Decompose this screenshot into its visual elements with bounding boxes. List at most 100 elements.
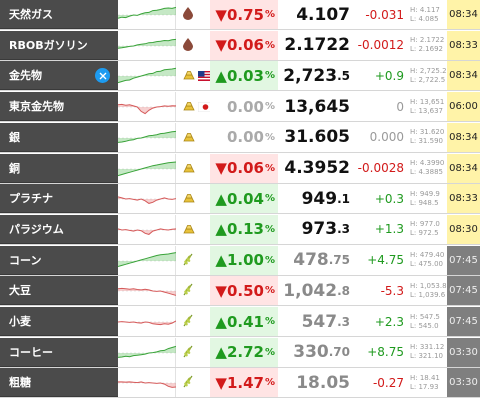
commodity-name[interactable]: 東京金先物 bbox=[0, 92, 118, 122]
net-change: +4.75 bbox=[367, 253, 404, 268]
commodity-row[interactable]: 大豆 ▼0.50% 1,042.8 -5.3 H: 1,053.8 L: 1,039.6 0… bbox=[0, 276, 480, 307]
update-time: 08:33 bbox=[447, 184, 480, 214]
high-low: H: 2.1722 L: 2.1692 bbox=[407, 31, 447, 60]
update-time: 03:30 bbox=[447, 337, 480, 367]
percent-suffix: % bbox=[264, 346, 275, 358]
commodity-row[interactable]: コーヒー ▲2.72% 330.70 +8.75 H: 331.12 L: 321.10 0… bbox=[0, 337, 480, 368]
commodity-name[interactable]: 銀 bbox=[0, 122, 118, 152]
drop-icon bbox=[182, 36, 194, 55]
wheat-icon bbox=[182, 251, 195, 270]
commodity-name[interactable]: 金先物 bbox=[0, 61, 118, 91]
commodity-name[interactable]: パラジウム bbox=[0, 214, 118, 244]
high-value: H: 18.41 bbox=[410, 373, 440, 382]
sparkline-chart bbox=[118, 30, 176, 60]
percent-value: 0.00 bbox=[226, 128, 264, 147]
last-price: 478.75 bbox=[278, 246, 352, 275]
commodity-row[interactable]: プラチナ ▲0.04% 949.1 +0.3 H: 949.9 L: 948.5 08:33 bbox=[0, 184, 480, 215]
category-icons bbox=[176, 153, 210, 183]
gold-bar-icon bbox=[182, 97, 196, 116]
category-icons bbox=[176, 307, 210, 336]
percent-suffix: % bbox=[264, 9, 275, 20]
update-time: 07:45 bbox=[447, 276, 480, 306]
commodity-row[interactable]: 天然ガス ▼0.75% 4.107 -0.031 H: 4.117 L: 4.085 08:… bbox=[0, 0, 480, 30]
commodity-row[interactable]: 銅 ▼0.06% 4.3952 -0.0028 H: 4.3990 L: 4.3885 08… bbox=[0, 153, 480, 184]
net-change: +1.3 bbox=[374, 222, 404, 237]
percent-value: 0.00 bbox=[226, 97, 264, 116]
high-low: H: 4.3990 L: 4.3885 bbox=[407, 154, 447, 183]
gold-bar-icon bbox=[182, 189, 196, 208]
last-price: 330.70 bbox=[278, 338, 352, 367]
low-value: L: 948.5 bbox=[410, 198, 439, 207]
x-share-icon[interactable] bbox=[95, 68, 110, 84]
sparkline-chart bbox=[118, 122, 176, 152]
high-low: H: 2,725.2 L: 2,722.5 bbox=[407, 61, 447, 90]
commodity-row[interactable]: 粗糖 ▼1.47% 18.05 -0.27 H: 18.41 L: 17.93 03:30 bbox=[0, 368, 480, 399]
category-icons bbox=[176, 368, 210, 398]
commodity-name[interactable]: 銅 bbox=[0, 153, 118, 183]
percent-suffix: % bbox=[264, 193, 275, 205]
category-icons bbox=[176, 245, 210, 275]
wheat-icon bbox=[182, 281, 195, 300]
percent-suffix: % bbox=[264, 101, 275, 113]
percent-change: ▲0.41% bbox=[210, 307, 278, 336]
percent-value: ▲0.13 bbox=[215, 220, 264, 239]
commodity-name[interactable]: コーン bbox=[0, 245, 118, 275]
commodity-name-label: 大豆 bbox=[9, 284, 31, 298]
gold-bar-icon bbox=[182, 66, 196, 85]
price-integer: 949 bbox=[301, 188, 338, 209]
commodity-row[interactable]: 金先物 ▲0.03% 2,723.5 +0.9 H: 2,725.2 L: 2,722.5… bbox=[0, 61, 480, 92]
wheat-icon bbox=[182, 373, 195, 392]
category-icons bbox=[176, 184, 210, 214]
commodity-row[interactable]: パラジウム ▲0.13% 973.3 +1.3 H: 977.0 L: 972.5 08:3… bbox=[0, 214, 480, 245]
commodity-name[interactable]: RBOBガソリン bbox=[0, 30, 118, 60]
update-time: 08:34 bbox=[447, 61, 480, 91]
commodity-name-label: コーヒー bbox=[9, 345, 53, 359]
high-value: H: 2,725.2 bbox=[410, 66, 447, 75]
commodity-row[interactable]: RBOBガソリン ▼0.06% 2.1722 -0.0012 H: 2.1722 L: 2… bbox=[0, 30, 480, 61]
category-icons bbox=[176, 276, 210, 306]
last-price: 4.107 bbox=[278, 0, 352, 29]
commodity-name-label: 銅 bbox=[9, 161, 20, 175]
high-value: H: 977.0 bbox=[410, 220, 440, 229]
commodity-name[interactable]: 小麦 bbox=[0, 307, 118, 336]
percent-suffix: % bbox=[264, 131, 275, 143]
gold-bar-icon bbox=[182, 220, 196, 239]
commodity-row[interactable]: 東京金先物 0.00% 13,645 0 H: 13,651 L: 13,637 06:00 bbox=[0, 92, 480, 123]
gold-bar-icon bbox=[182, 128, 196, 147]
high-value: H: 479.40 bbox=[410, 251, 445, 260]
percent-suffix: % bbox=[264, 39, 275, 51]
net-change: 0 bbox=[396, 99, 404, 114]
commodity-name[interactable]: コーヒー bbox=[0, 337, 118, 367]
high-value: H: 4.117 bbox=[410, 5, 440, 14]
category-icons bbox=[176, 92, 214, 122]
last-price: 2.1722 bbox=[278, 31, 352, 60]
update-time: 06:00 bbox=[447, 92, 480, 122]
high-low: H: 1,053.8 L: 1,039.6 bbox=[407, 276, 447, 305]
sparkline-chart bbox=[118, 92, 176, 122]
commodity-name-label: コーン bbox=[9, 253, 42, 267]
percent-value: ▲0.41 bbox=[215, 312, 264, 331]
percent-value: ▼0.50 bbox=[215, 281, 264, 300]
category-icons bbox=[176, 30, 210, 60]
commodity-name[interactable]: 粗糖 bbox=[0, 368, 118, 398]
category-icons bbox=[176, 61, 213, 91]
commodity-price-table: 天然ガス ▼0.75% 4.107 -0.031 H: 4.117 L: 4.085 08:… bbox=[0, 0, 480, 410]
commodity-row[interactable]: 小麦 ▲0.41% 547.3 +2.3 H: 547.5 L: 545.0 07:45 bbox=[0, 307, 480, 337]
commodity-row[interactable]: 銀 0.00% 31.605 0.000 H: 31.620 L: 31.590 08:34 bbox=[0, 122, 480, 153]
update-time: 08:34 bbox=[447, 0, 480, 29]
low-value: L: 13,637 bbox=[410, 106, 443, 115]
percent-change: ▼0.75% bbox=[210, 0, 278, 29]
commodity-name[interactable]: プラチナ bbox=[0, 184, 118, 214]
commodity-name-label: 小麦 bbox=[9, 315, 31, 328]
commodity-name[interactable]: 大豆 bbox=[0, 276, 118, 306]
last-price: 2,723.5 bbox=[278, 61, 352, 90]
percent-change: ▼0.06% bbox=[210, 153, 278, 183]
sparkline-chart bbox=[118, 337, 176, 367]
update-time: 03:30 bbox=[447, 368, 480, 398]
commodity-name[interactable]: 天然ガス bbox=[0, 0, 118, 29]
commodity-row[interactable]: コーン ▲1.00% 478.75 +4.75 H: 479.40 L: 475.00 07… bbox=[0, 245, 480, 276]
sparkline-chart bbox=[118, 0, 176, 29]
price-decimal: .3 bbox=[337, 314, 350, 329]
category-icons bbox=[176, 0, 210, 29]
sparkline-chart bbox=[118, 368, 176, 398]
